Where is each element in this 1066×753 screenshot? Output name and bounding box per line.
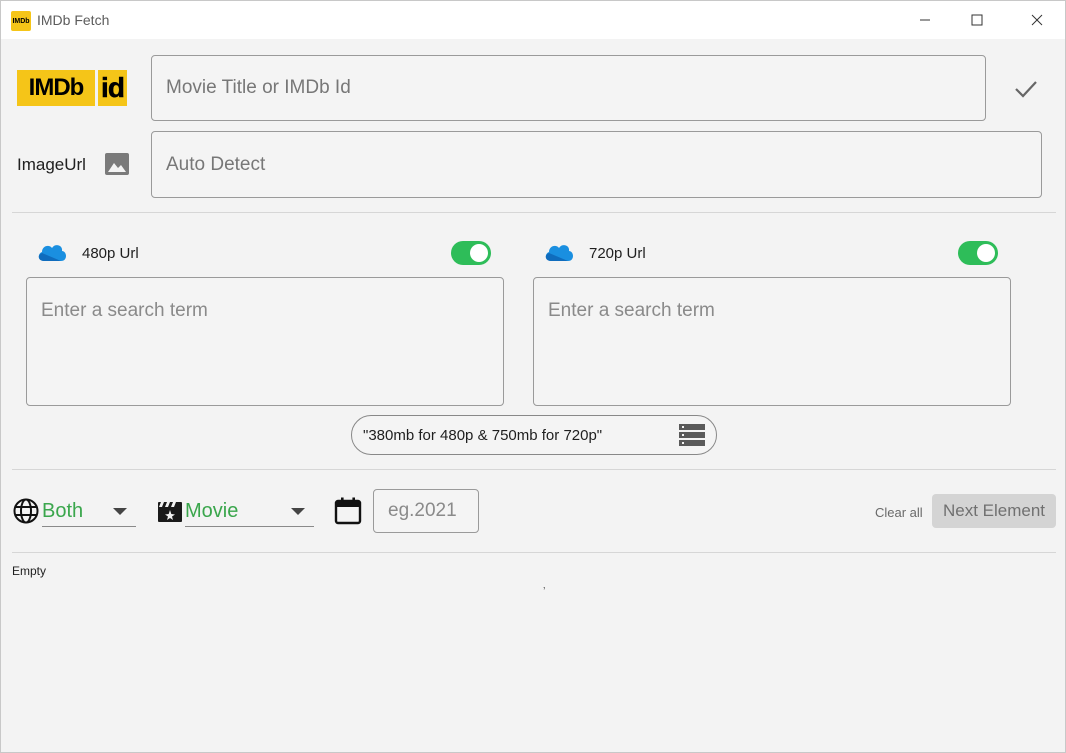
year-input[interactable] <box>373 489 479 533</box>
close-icon <box>1031 14 1043 26</box>
next-element-button[interactable]: Next Element <box>932 494 1056 528</box>
language-select-value: Both <box>42 500 84 522</box>
size-hint-text: "380mb for 480p & 750mb for 720p" <box>363 427 603 444</box>
calendar-icon <box>334 497 362 530</box>
globe-icon <box>13 498 39 529</box>
language-select[interactable]: Both <box>42 497 136 527</box>
chevron-down-icon <box>291 508 305 515</box>
minimize-button[interactable] <box>899 1 951 39</box>
confirm-button[interactable] <box>1009 73 1043 105</box>
list-icon[interactable] <box>679 423 705 452</box>
app-icon: IMDb <box>11 11 31 31</box>
logo-id: id <box>98 70 127 106</box>
maximize-icon <box>971 14 983 26</box>
logo-imdb: IMDb <box>17 70 95 106</box>
loading-tick: ‚ <box>543 579 546 591</box>
url-480-textarea[interactable] <box>26 277 504 406</box>
image-url-input[interactable] <box>151 131 1042 198</box>
title-or-id-input[interactable] <box>151 55 986 121</box>
url-480-label: 480p Url <box>82 245 139 262</box>
type-select[interactable]: Movie <box>185 497 314 527</box>
chevron-down-icon <box>113 508 127 515</box>
url-720-label: 720p Url <box>589 245 646 262</box>
divider-middle <box>12 469 1056 470</box>
empty-status-text: Empty <box>12 564 47 578</box>
clear-all-button[interactable]: Clear all <box>875 505 923 520</box>
window-title: IMDb Fetch <box>37 12 110 28</box>
url-720-textarea[interactable] <box>533 277 1011 406</box>
toggle-knob <box>470 244 488 262</box>
clapperboard-icon <box>157 499 183 528</box>
image-url-label: ImageUrl <box>17 155 86 174</box>
onedrive-cloud-icon <box>543 241 575 268</box>
title-bar[interactable]: IMDb IMDb Fetch <box>1 1 1065 39</box>
onedrive-cloud-icon <box>36 241 68 268</box>
url-720-toggle[interactable] <box>958 241 998 265</box>
divider-top <box>12 212 1056 213</box>
checkmark-icon <box>1015 81 1037 98</box>
size-hint-pill[interactable]: "380mb for 480p & 750mb for 720p" <box>351 415 717 455</box>
url-480-toggle[interactable] <box>451 241 491 265</box>
minimize-icon <box>920 19 930 21</box>
toggle-knob <box>977 244 995 262</box>
maximize-button[interactable] <box>951 1 1003 39</box>
app-window: IMDb IMDb Fetch IMDb id ImageUrl <box>0 0 1066 753</box>
divider-bottom <box>12 552 1056 553</box>
close-button[interactable] <box>1011 1 1063 39</box>
imdb-id-logo: IMDb id <box>17 70 127 106</box>
image-icon[interactable] <box>104 152 130 181</box>
type-select-value: Movie <box>185 500 239 522</box>
